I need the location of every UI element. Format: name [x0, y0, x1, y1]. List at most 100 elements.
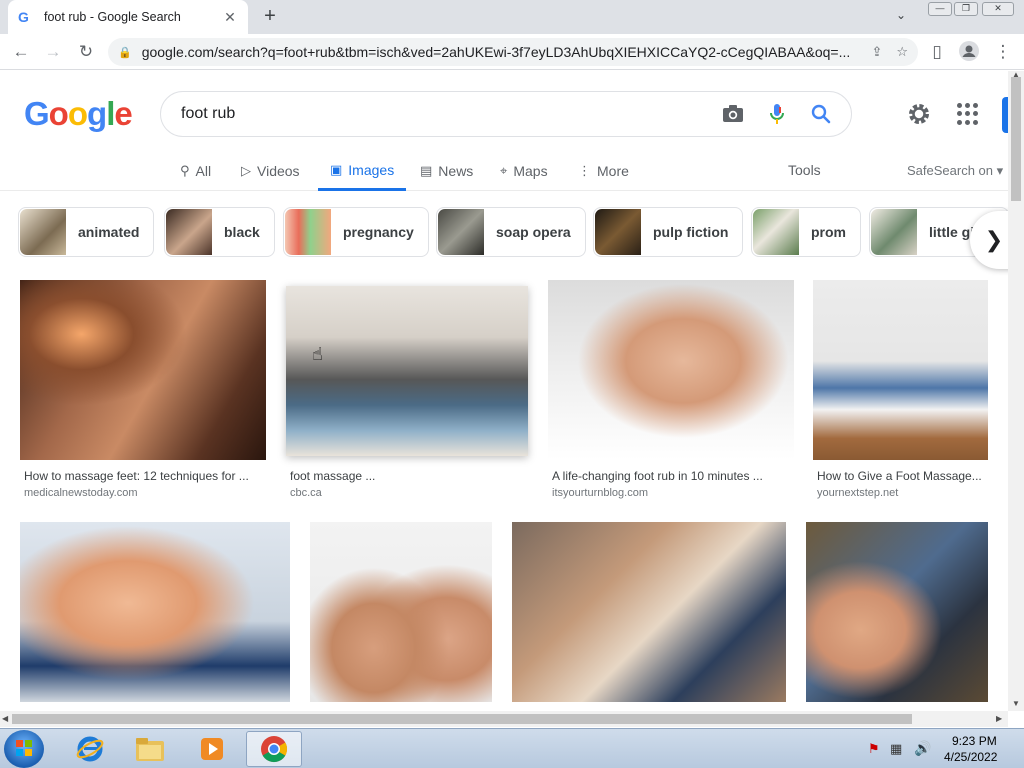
file-explorer-icon[interactable]	[122, 731, 178, 767]
result-image[interactable]	[286, 286, 528, 456]
image-result[interactable]: A life-changing foot rub in 10 minutes .…	[548, 280, 794, 499]
vertical-scroll-thumb[interactable]	[1011, 77, 1021, 201]
chip-soap-opera[interactable]: soap opera	[436, 207, 586, 257]
system-tray: ⚑ ▦ 🔊	[862, 729, 1024, 768]
camera-icon[interactable]	[721, 102, 745, 126]
result-title[interactable]: How to Give a Foot Massage...	[817, 469, 982, 483]
profile-avatar-icon[interactable]	[958, 41, 980, 63]
internet-explorer-icon[interactable]	[62, 731, 118, 767]
horizontal-scrollbar[interactable]: ◀ ▶	[0, 711, 1008, 727]
browser-toolbar: ← → ↻ 🔒 google.com/search?q=foot+rub&tbm…	[0, 34, 1024, 70]
close-window-button[interactable]: ✕	[982, 2, 1014, 16]
tab-images[interactable]: ▣ Images	[318, 151, 407, 191]
image-result[interactable]	[20, 522, 290, 702]
chip-thumbnail	[20, 209, 66, 255]
tab-label: Maps	[513, 163, 548, 179]
browser-tab[interactable]: G foot rub - Google Search ✕	[8, 0, 248, 34]
image-result[interactable]: How to Give a Foot Massage... yournextst…	[813, 280, 988, 499]
video-icon: ▷	[241, 163, 251, 178]
chevron-down-icon[interactable]: ⌄	[896, 8, 912, 24]
chip-thumbnail	[285, 209, 331, 255]
result-title[interactable]: A life-changing foot rub in 10 minutes .…	[552, 469, 763, 483]
media-player-icon[interactable]	[184, 731, 240, 767]
news-icon: ▤	[420, 163, 433, 178]
vertical-scrollbar[interactable]: ▲ ▼	[1008, 70, 1024, 711]
chip-thumbnail	[753, 209, 799, 255]
result-title[interactable]: How to massage feet: 12 techniques for .…	[24, 469, 249, 483]
clock-date[interactable]: 4/25/2022	[944, 750, 997, 764]
result-image[interactable]	[20, 280, 266, 460]
image-result[interactable]	[310, 522, 492, 702]
kebab-menu-icon[interactable]: ⋮	[992, 41, 1014, 63]
google-logo[interactable]: Google	[24, 95, 133, 133]
chip-label: prom	[811, 224, 846, 240]
new-tab-button[interactable]: +	[260, 4, 280, 28]
chip-thumbnail	[595, 209, 641, 255]
start-button[interactable]	[4, 730, 44, 768]
search-type-tabs: ⚲ All ▷ Videos ▣ Images ▤ News ⌖ Maps ⋮ …	[0, 151, 1008, 191]
chip-pregnancy[interactable]: pregnancy	[283, 207, 429, 257]
result-source[interactable]: medicalnewstoday.com	[24, 487, 138, 499]
more-vert-icon: ⋮	[578, 163, 591, 178]
scroll-left-icon[interactable]: ◀	[2, 714, 8, 723]
safesearch-button[interactable]: SafeSearch on ▾	[907, 163, 1003, 179]
windows-taskbar: ⚑ ▦ 🔊 9:23 PM 4/25/2022	[0, 728, 1024, 768]
result-image[interactable]	[310, 522, 492, 702]
tab-maps[interactable]: ⌖ Maps	[500, 151, 548, 191]
apps-grid-icon[interactable]	[957, 103, 979, 125]
address-bar[interactable]: 🔒 google.com/search?q=foot+rub&tbm=isch&…	[108, 38, 918, 66]
restore-button[interactable]: ❐	[954, 2, 978, 16]
volume-icon[interactable]: 🔊	[914, 740, 931, 757]
action-center-flag-icon[interactable]: ⚑	[868, 741, 880, 757]
google-images-page: Google foot rub ⚲ All ▷ Videos ▣ Images	[0, 71, 1008, 711]
search-box[interactable]: foot rub	[160, 91, 852, 137]
back-button[interactable]: ←	[10, 41, 32, 63]
result-source[interactable]: yournextstep.net	[817, 487, 898, 499]
chip-pulp-fiction[interactable]: pulp fiction	[593, 207, 744, 257]
horizontal-scroll-thumb[interactable]	[12, 714, 912, 724]
chip-black[interactable]: black	[164, 207, 275, 257]
minimize-button[interactable]: —	[928, 2, 952, 16]
tab-all[interactable]: ⚲ All	[180, 151, 211, 191]
lock-icon: 🔒	[118, 46, 132, 59]
result-image[interactable]	[512, 522, 786, 702]
chip-prom[interactable]: prom	[751, 207, 861, 257]
image-result[interactable]: How to massage feet: 12 techniques for .…	[20, 280, 266, 499]
search-icon[interactable]	[809, 102, 833, 126]
related-chips: animated black pregnancy soap opera pulp…	[0, 207, 1008, 257]
image-result[interactable]	[806, 522, 988, 702]
result-image[interactable]	[548, 280, 794, 460]
tab-label: More	[597, 163, 629, 179]
search-input[interactable]: foot rub	[181, 105, 701, 123]
scroll-right-icon[interactable]: ▶	[996, 714, 1002, 723]
image-result[interactable]: foot massage ... cbc.ca	[282, 280, 532, 499]
tab-videos[interactable]: ▷ Videos	[241, 151, 300, 191]
tab-news[interactable]: ▤ News	[420, 151, 473, 191]
result-title[interactable]: foot massage ...	[290, 469, 375, 483]
result-image[interactable]	[806, 522, 988, 702]
chrome-icon[interactable]	[246, 731, 302, 767]
google-favicon-icon: G	[18, 9, 29, 25]
share-icon[interactable]: ⇪	[871, 44, 882, 60]
chip-animated[interactable]: animated	[18, 207, 155, 257]
microphone-icon[interactable]	[765, 102, 789, 126]
image-result[interactable]	[512, 522, 786, 702]
scroll-down-icon[interactable]: ▼	[1012, 699, 1020, 708]
hand-cursor-icon: ☝	[312, 344, 323, 364]
map-pin-icon: ⌖	[500, 163, 508, 178]
tab-more[interactable]: ⋮ More	[578, 151, 629, 191]
close-tab-icon[interactable]: ✕	[222, 9, 238, 26]
gear-icon[interactable]	[906, 101, 932, 127]
tools-button[interactable]: Tools	[788, 162, 821, 178]
reload-button[interactable]: ↻	[75, 41, 97, 63]
clock-time[interactable]: 9:23 PM	[952, 734, 997, 748]
result-source[interactable]: cbc.ca	[290, 487, 322, 499]
bookmark-star-icon[interactable]: ☆	[896, 44, 908, 60]
chip-label: soap opera	[496, 224, 571, 240]
result-source[interactable]: itsyourturnblog.com	[552, 487, 648, 499]
result-image[interactable]	[20, 522, 290, 702]
forward-button[interactable]: →	[42, 41, 64, 63]
result-image[interactable]	[813, 280, 988, 460]
network-icon[interactable]: ▦	[890, 741, 902, 757]
side-panel-icon[interactable]: ▯	[926, 41, 948, 63]
